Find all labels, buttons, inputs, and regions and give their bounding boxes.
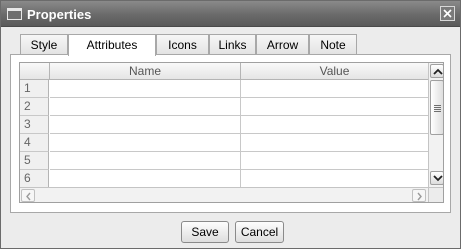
dialog-title: Properties [27, 7, 92, 22]
scroll-right-button[interactable] [412, 189, 426, 202]
attributes-panel: Name Value 1 2 3 4 5 6 [10, 54, 451, 213]
chevron-up-icon [433, 68, 443, 75]
close-button[interactable] [440, 6, 455, 21]
grip-line [434, 105, 441, 106]
tab-style[interactable]: Style [20, 34, 68, 55]
name-cell[interactable] [50, 134, 241, 152]
name-cell[interactable] [50, 170, 241, 188]
row-number: 2 [20, 98, 49, 116]
name-cell[interactable] [50, 98, 241, 116]
tab-attributes[interactable]: Attributes [68, 34, 156, 56]
cancel-button[interactable]: Cancel [235, 221, 284, 243]
value-cell[interactable] [241, 80, 429, 98]
row-number: 1 [20, 80, 49, 98]
name-cell[interactable] [50, 80, 241, 98]
scroll-left-button[interactable] [21, 189, 35, 202]
properties-dialog: Properties Style Attributes Icons Links … [0, 0, 461, 249]
chevron-left-icon [26, 192, 31, 201]
close-icon [443, 9, 452, 18]
scroll-thumb[interactable] [430, 80, 443, 135]
column-header-name[interactable]: Name [50, 63, 241, 80]
scroll-down-button[interactable] [430, 171, 443, 185]
tab-arrow[interactable]: Arrow [256, 34, 309, 55]
attributes-table: Name Value 1 2 3 4 5 6 [19, 62, 444, 203]
value-cell[interactable] [241, 134, 429, 152]
tab-note[interactable]: Note [309, 34, 357, 55]
window-icon [7, 8, 22, 20]
scrollbar-corner [428, 187, 443, 202]
grip-line [434, 111, 441, 112]
vertical-scrollbar[interactable] [428, 63, 443, 187]
title-bar[interactable]: Properties [1, 1, 460, 27]
value-cell[interactable] [241, 170, 429, 188]
row-number: 4 [20, 134, 49, 152]
tab-icons[interactable]: Icons [156, 34, 209, 55]
name-cell[interactable] [50, 116, 241, 134]
column-header-value[interactable]: Value [241, 63, 429, 80]
grip-line [434, 109, 441, 110]
tab-links[interactable]: Links [209, 34, 256, 55]
horizontal-scrollbar[interactable] [20, 187, 428, 202]
value-cell[interactable] [241, 152, 429, 170]
row-number: 3 [20, 116, 49, 134]
row-number: 5 [20, 152, 49, 170]
name-cell[interactable] [50, 152, 241, 170]
row-number: 6 [20, 170, 49, 188]
grip-line [434, 107, 441, 108]
chevron-down-icon [433, 175, 443, 182]
value-cell[interactable] [241, 116, 429, 134]
table-corner-header [20, 63, 50, 80]
chevron-right-icon [417, 192, 422, 201]
value-cell[interactable] [241, 98, 429, 116]
scroll-up-button[interactable] [430, 64, 443, 78]
save-button[interactable]: Save [181, 221, 229, 243]
